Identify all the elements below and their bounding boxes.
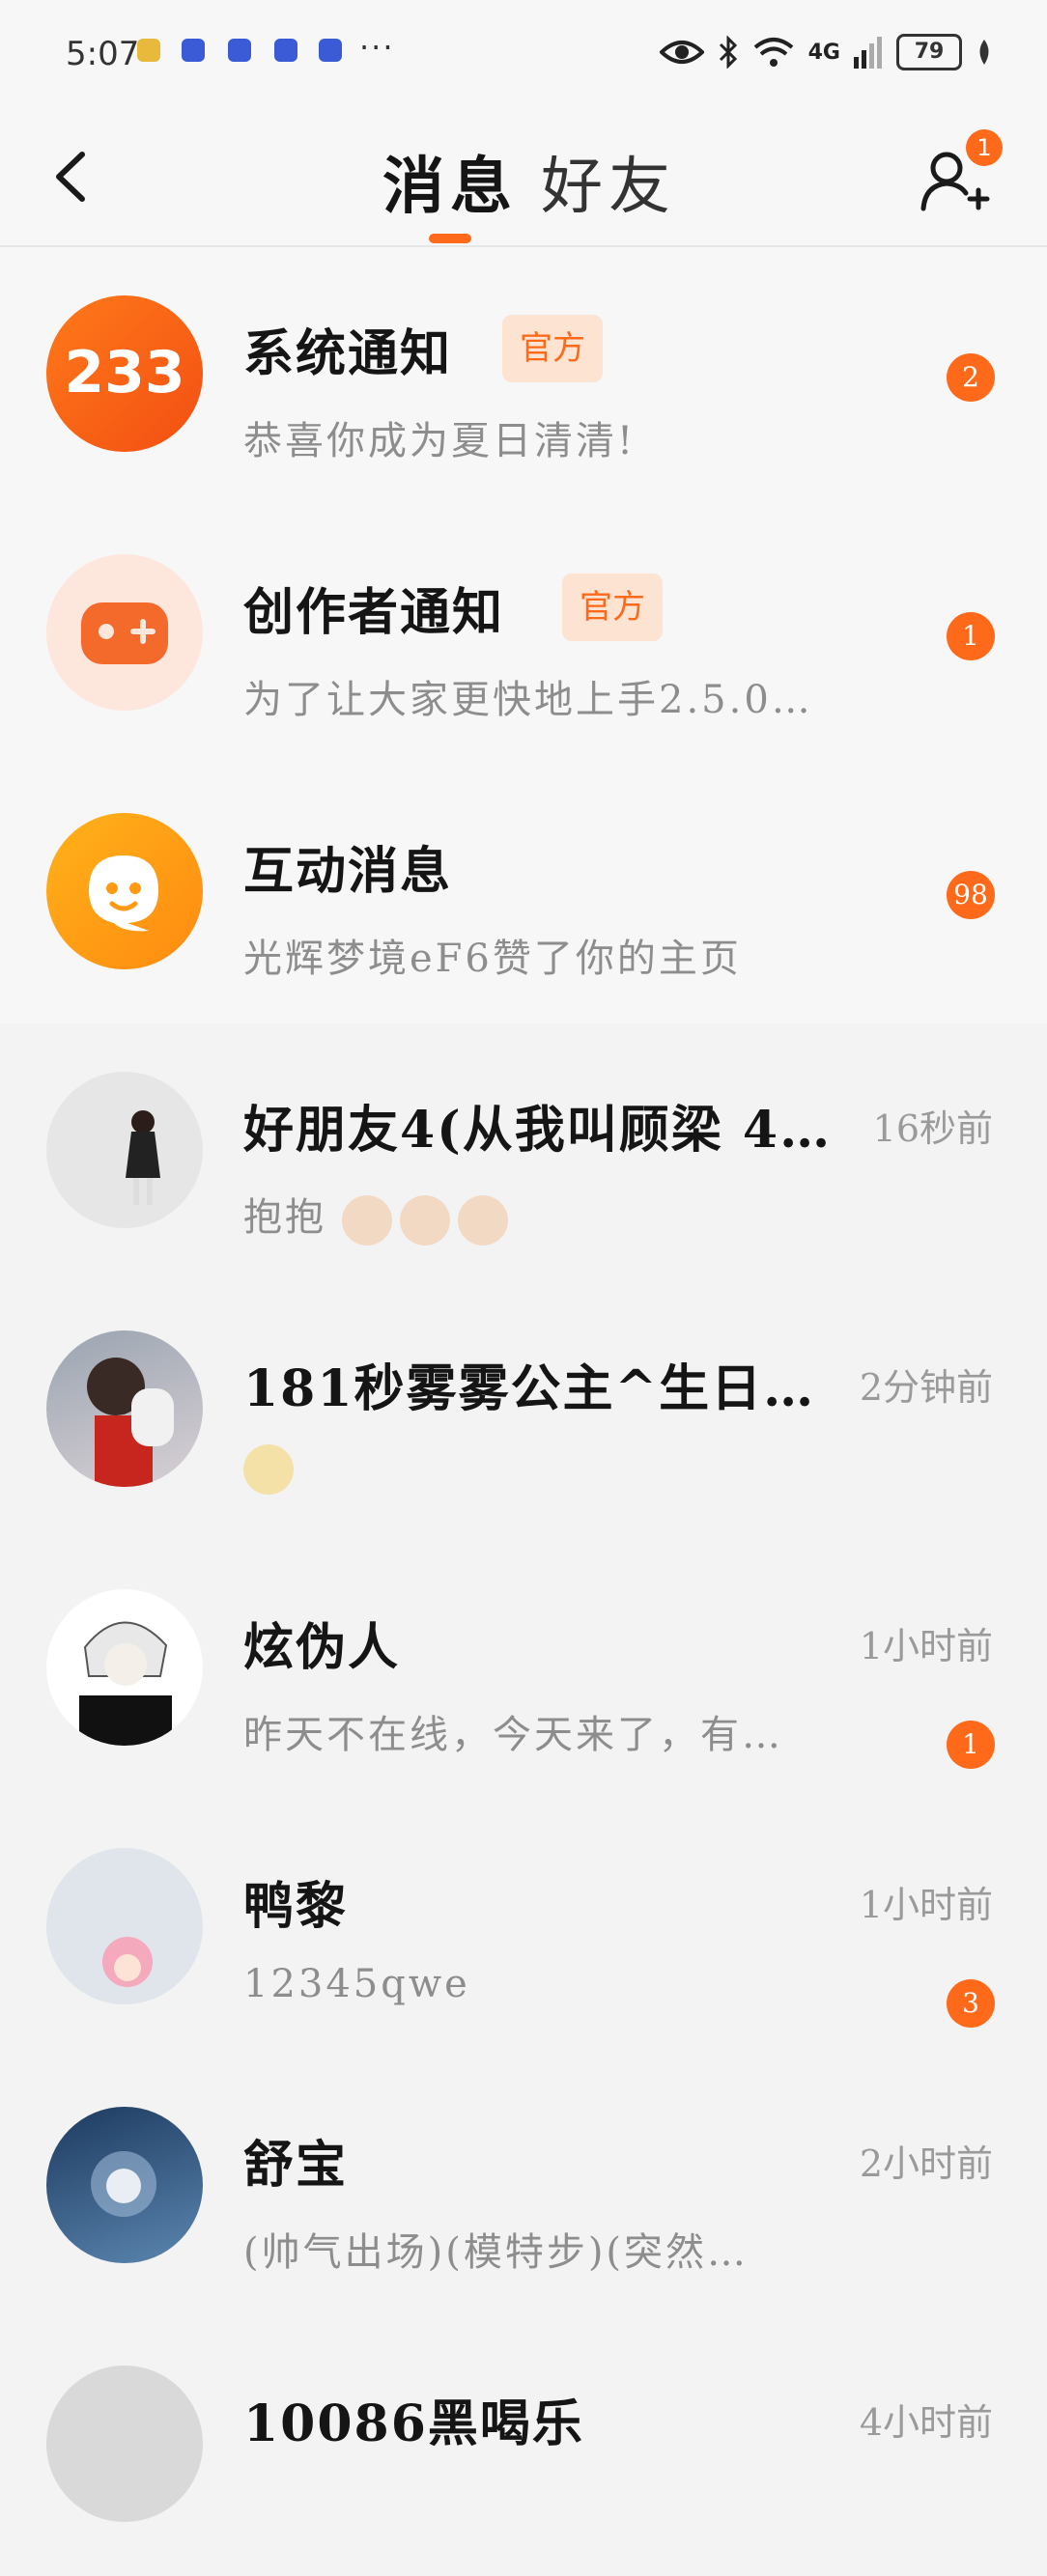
gamepad-icon [81,602,168,664]
chat-name: 炫伪人 [243,1618,401,1677]
chat-preview: (帅气出场)(模特步)(突然… [243,2230,750,2275]
avatar [46,2107,203,2263]
chat-time: 1小时前 [859,1625,993,1667]
chat-item[interactable]: 10086黑喝乐 4小时前 [0,2317,1047,2576]
tab-messages[interactable]: 消息 [382,137,518,226]
chat-time: 2分钟前 [859,1366,993,1409]
app-notification-icon [319,39,342,62]
eye-icon [659,41,704,64]
back-button[interactable] [41,143,99,210]
chat-name: 舒宝 [243,2136,349,2195]
list-item-interactions[interactable]: 互动消息 光辉梦境eF6赞了你的主页 98 [0,765,1047,1023]
wifi-icon [753,38,793,67]
avatar [46,554,203,711]
item-preview: 恭喜你成为夏日清清! [243,419,637,463]
app-notification-icon [182,39,205,62]
chat-item[interactable]: 炫伪人 1小时前 昨天不在线，今天来了，有… 1 [0,1541,1047,1800]
character-avatar-icon [91,2151,156,2217]
item-title: 创作者通知 [243,583,505,642]
status-time: 5:07 [66,35,140,73]
chat-time: 4小时前 [859,2401,993,2444]
chat-time: 16秒前 [872,1107,993,1150]
character-avatar-icon [87,1358,174,1487]
chat-preview: 12345qwe [243,1962,470,2006]
emoji-icon [457,1195,508,1246]
official-badge: 官方 [562,574,663,641]
emoji-icon [243,1444,294,1495]
svg-text:233: 233 [64,339,184,406]
chat-item[interactable]: 181秒雾雾公主^生日11… 2分钟前 [0,1282,1047,1541]
chat-time: 1小时前 [859,1884,993,1926]
character-avatar-icon [79,1621,172,1746]
avatar [46,1589,203,1746]
list-item-system-notice[interactable]: 233 系统通知 官方 恭喜你成为夏日清清! 2 [0,247,1047,506]
avatar [46,1848,203,2004]
chat-item[interactable]: 鸭黎 1小时前 12345qwe 3 [0,1800,1047,2058]
chat-name: 181秒雾雾公主^生日11… [243,1359,833,1418]
item-preview: 为了让大家更快地上手2.5.0… [243,678,813,722]
status-icons: 4G 79 [659,29,993,75]
app-notification-icon [137,39,160,62]
avatar [46,813,203,969]
leaf-icon [979,40,989,65]
chat-name: 10086黑喝乐 [243,2394,584,2453]
chat-name: 好朋友4(从我叫顾梁 4f… [243,1101,833,1160]
status-bar: 5:07 ··· 4G 79 [0,0,1047,108]
chat-preview: 抱抱 [243,1186,516,1246]
emoji-icon [399,1195,450,1246]
item-preview: 光辉梦境eF6赞了你的主页 [243,937,742,981]
more-notifications: ··· [359,29,395,66]
tab-friends[interactable]: 好友 [541,137,676,226]
bluetooth-icon [719,36,737,69]
item-title: 系统通知 [243,324,453,383]
emoji-icon [341,1195,392,1246]
signal-icon [854,37,882,69]
item-title: 互动消息 [243,842,453,901]
official-section: 233 系统通知 官方 恭喜你成为夏日清清! 2 创作者通知 官方 为了让大家更… [0,247,1047,1023]
chat-item[interactable]: 舒宝 2小时前 (帅气出场)(模特步)(突然… [0,2058,1047,2317]
chat-bubble-icon [89,855,158,932]
chat-preview: 昨天不在线，今天来了，有… [243,1713,783,1757]
unread-badge: 1 [947,1721,995,1769]
unread-badge: 1 [947,612,995,660]
233-logo-icon: 233 [64,339,184,406]
character-avatar-icon [126,1110,160,1205]
top-bar: 消息 好友 [0,108,1047,247]
list-item-creator-notice[interactable]: 创作者通知 官方 为了让大家更快地上手2.5.0… 1 [0,506,1047,765]
official-badge: 官方 [502,315,603,382]
chat-preview [243,1444,301,1495]
character-avatar-icon [102,1937,153,1987]
app-notification-icon [274,39,297,62]
chat-time: 2小时前 [859,2142,993,2185]
add-friend-badge: 1 [966,129,1003,166]
tab-bar: 消息 好友 [382,137,676,226]
chat-item[interactable]: 好朋友4(从我叫顾梁 4f… 16秒前 抱抱 [0,1023,1047,1282]
avatar [46,1330,203,1487]
unread-badge: 98 [947,871,995,919]
chevron-left-icon [56,152,85,202]
unread-badge: 3 [947,1979,995,2028]
unread-badge: 2 [947,353,995,402]
app-notification-icon [228,39,251,62]
message-list: 233 系统通知 官方 恭喜你成为夏日清清! 2 创作者通知 官方 为了让大家更… [0,247,1047,2576]
avatar: 233 [46,295,203,452]
battery-indicator: 79 [896,34,962,70]
avatar [46,1072,203,1228]
active-tab-indicator [429,234,471,243]
avatar [46,2366,203,2522]
chat-preview-text: 抱抱 [243,1195,326,1240]
chat-name: 鸭黎 [243,1877,349,1936]
network-type: 4G [807,40,840,65]
